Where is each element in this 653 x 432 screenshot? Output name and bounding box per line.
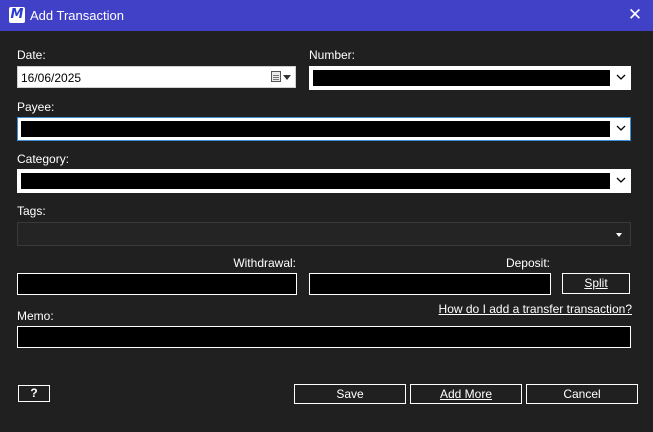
add-more-button[interactable]: Add More [410, 384, 522, 404]
chevron-down-icon[interactable] [615, 174, 627, 186]
cancel-button[interactable]: Cancel [526, 384, 638, 404]
split-button[interactable]: Split [562, 273, 630, 294]
number-input[interactable] [312, 69, 611, 87]
tags-field[interactable] [17, 222, 631, 246]
date-dropdown-arrow-icon[interactable] [283, 75, 291, 80]
tags-dropdown-arrow-icon[interactable] [616, 233, 622, 237]
title-bar: M Add Transaction ✕ [0, 0, 653, 31]
chevron-down-icon[interactable] [615, 71, 627, 83]
add-more-button-label: Add More [439, 387, 493, 401]
withdrawal-label: Withdrawal: [233, 256, 296, 270]
memo-input[interactable] [17, 326, 631, 348]
payee-label: Payee: [17, 100, 55, 114]
close-icon[interactable]: ✕ [624, 5, 646, 25]
number-combobox[interactable] [309, 66, 631, 90]
category-combobox[interactable] [17, 169, 631, 193]
app-logo-icon: M [9, 7, 25, 23]
deposit-label: Deposit: [505, 256, 550, 270]
category-label: Category: [17, 152, 70, 166]
date-field[interactable]: 16/06/2025 [17, 66, 296, 88]
tags-label: Tags: [17, 204, 46, 218]
category-input[interactable] [20, 172, 611, 190]
date-value: 16/06/2025 [21, 71, 82, 85]
deposit-input[interactable] [309, 273, 551, 295]
window-title: Add Transaction [30, 8, 124, 23]
payee-combobox[interactable] [17, 117, 631, 141]
number-label: Number: [309, 48, 356, 62]
date-label: Date: [17, 48, 46, 62]
split-button-label: Split [584, 276, 608, 290]
memo-label: Memo: [17, 309, 54, 323]
chevron-down-icon[interactable] [615, 122, 627, 134]
transfer-help-link[interactable]: How do I add a transfer transaction? [439, 302, 632, 316]
help-button[interactable]: ? [18, 385, 50, 402]
save-button[interactable]: Save [294, 384, 406, 404]
withdrawal-input[interactable] [17, 273, 297, 295]
calendar-icon[interactable] [271, 71, 281, 82]
payee-input[interactable] [20, 120, 611, 138]
